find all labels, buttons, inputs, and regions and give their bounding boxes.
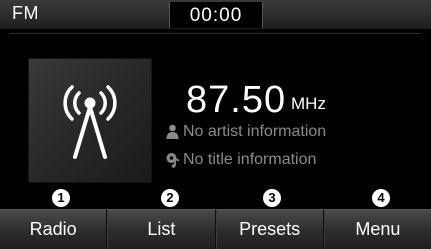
softkey-bar: Radio List Presets Menu xyxy=(0,209,431,249)
frequency-unit: MHz xyxy=(291,94,326,113)
album-art xyxy=(28,58,152,183)
callout-number: 1 xyxy=(52,189,70,207)
status-bar: FM 00:00 xyxy=(0,0,431,30)
list-button[interactable]: List xyxy=(107,209,216,249)
frequency-value: 87.50 xyxy=(186,79,287,121)
presets-button[interactable]: Presets xyxy=(215,209,324,249)
band-label: FM xyxy=(12,3,39,23)
callout-number: 3 xyxy=(263,189,281,207)
callout-number: 2 xyxy=(161,189,179,207)
music-note-icon xyxy=(166,153,180,168)
divider xyxy=(10,33,421,34)
person-icon xyxy=(166,124,179,139)
clock-box: 00:00 xyxy=(169,2,263,28)
callout-number: 4 xyxy=(372,189,390,207)
radio-screen: FM 00:00 87.50 MHz No artist information… xyxy=(0,0,431,249)
radio-signal-icon xyxy=(63,85,117,159)
clock[interactable]: 00:00 xyxy=(170,5,262,27)
radio-button[interactable]: Radio xyxy=(0,209,108,249)
title-text: No title information xyxy=(183,151,317,168)
menu-button[interactable]: Menu xyxy=(323,209,431,249)
artist-text: No artist information xyxy=(183,123,327,140)
